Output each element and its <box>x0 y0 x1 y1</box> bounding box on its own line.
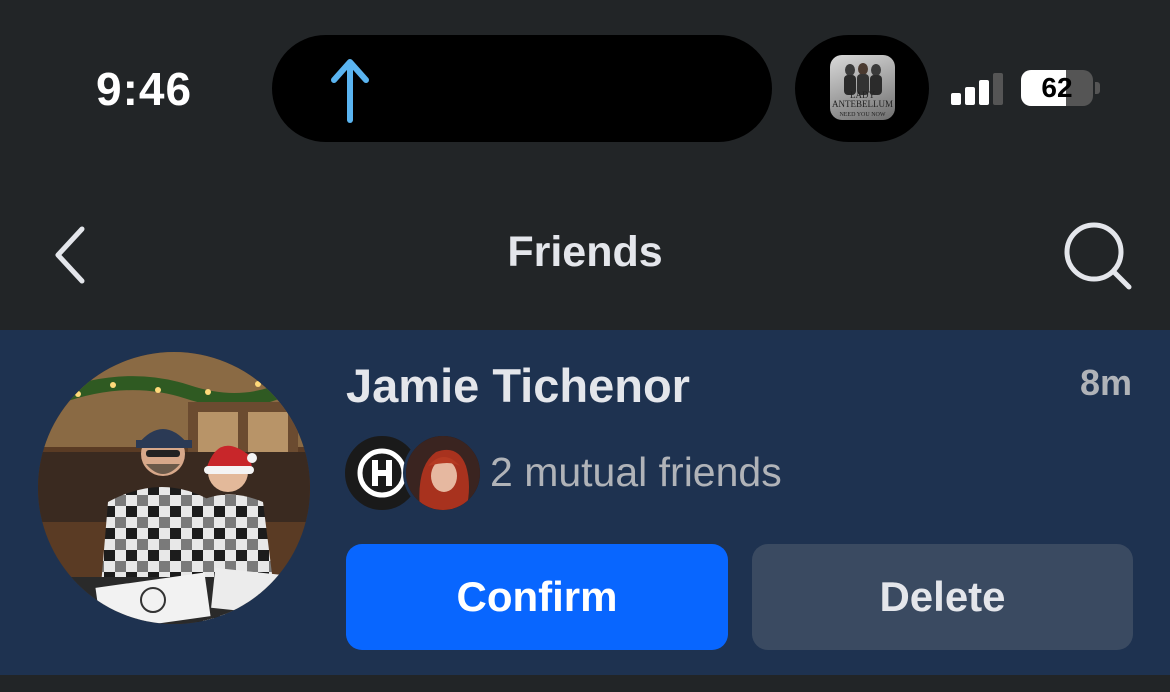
confirm-button[interactable]: Confirm <box>346 544 728 650</box>
cellular-signal-icon <box>951 73 1003 105</box>
mutual-friends-count[interactable]: 2 mutual friends <box>490 449 782 496</box>
battery-indicator: 62 <box>1021 70 1093 106</box>
avatar[interactable] <box>38 352 310 624</box>
mutual-friend-photo <box>406 436 480 510</box>
status-bar: 9:46 LADY ANTEBELLUM NEED YOU NOW 62 <box>0 0 1170 175</box>
upload-arrow-icon <box>331 59 369 123</box>
battery-cap <box>1095 82 1100 94</box>
delete-button[interactable]: Delete <box>752 544 1133 650</box>
request-time: 8m <box>1079 362 1132 403</box>
album-art-title: LADY ANTEBELLUM NEED YOU NOW <box>832 90 893 119</box>
mutual-friend-avatar <box>403 433 483 513</box>
album-art: LADY ANTEBELLUM NEED YOU NOW <box>830 55 895 120</box>
avatar-photo <box>38 352 310 624</box>
battery-percent: 62 <box>1041 72 1073 103</box>
search-icon[interactable] <box>1062 220 1134 292</box>
requester-name[interactable]: Jamie Tichenor <box>346 358 690 413</box>
status-time: 9:46 <box>96 63 193 115</box>
list-divider <box>0 675 1170 692</box>
page-title: Friends <box>507 228 663 276</box>
